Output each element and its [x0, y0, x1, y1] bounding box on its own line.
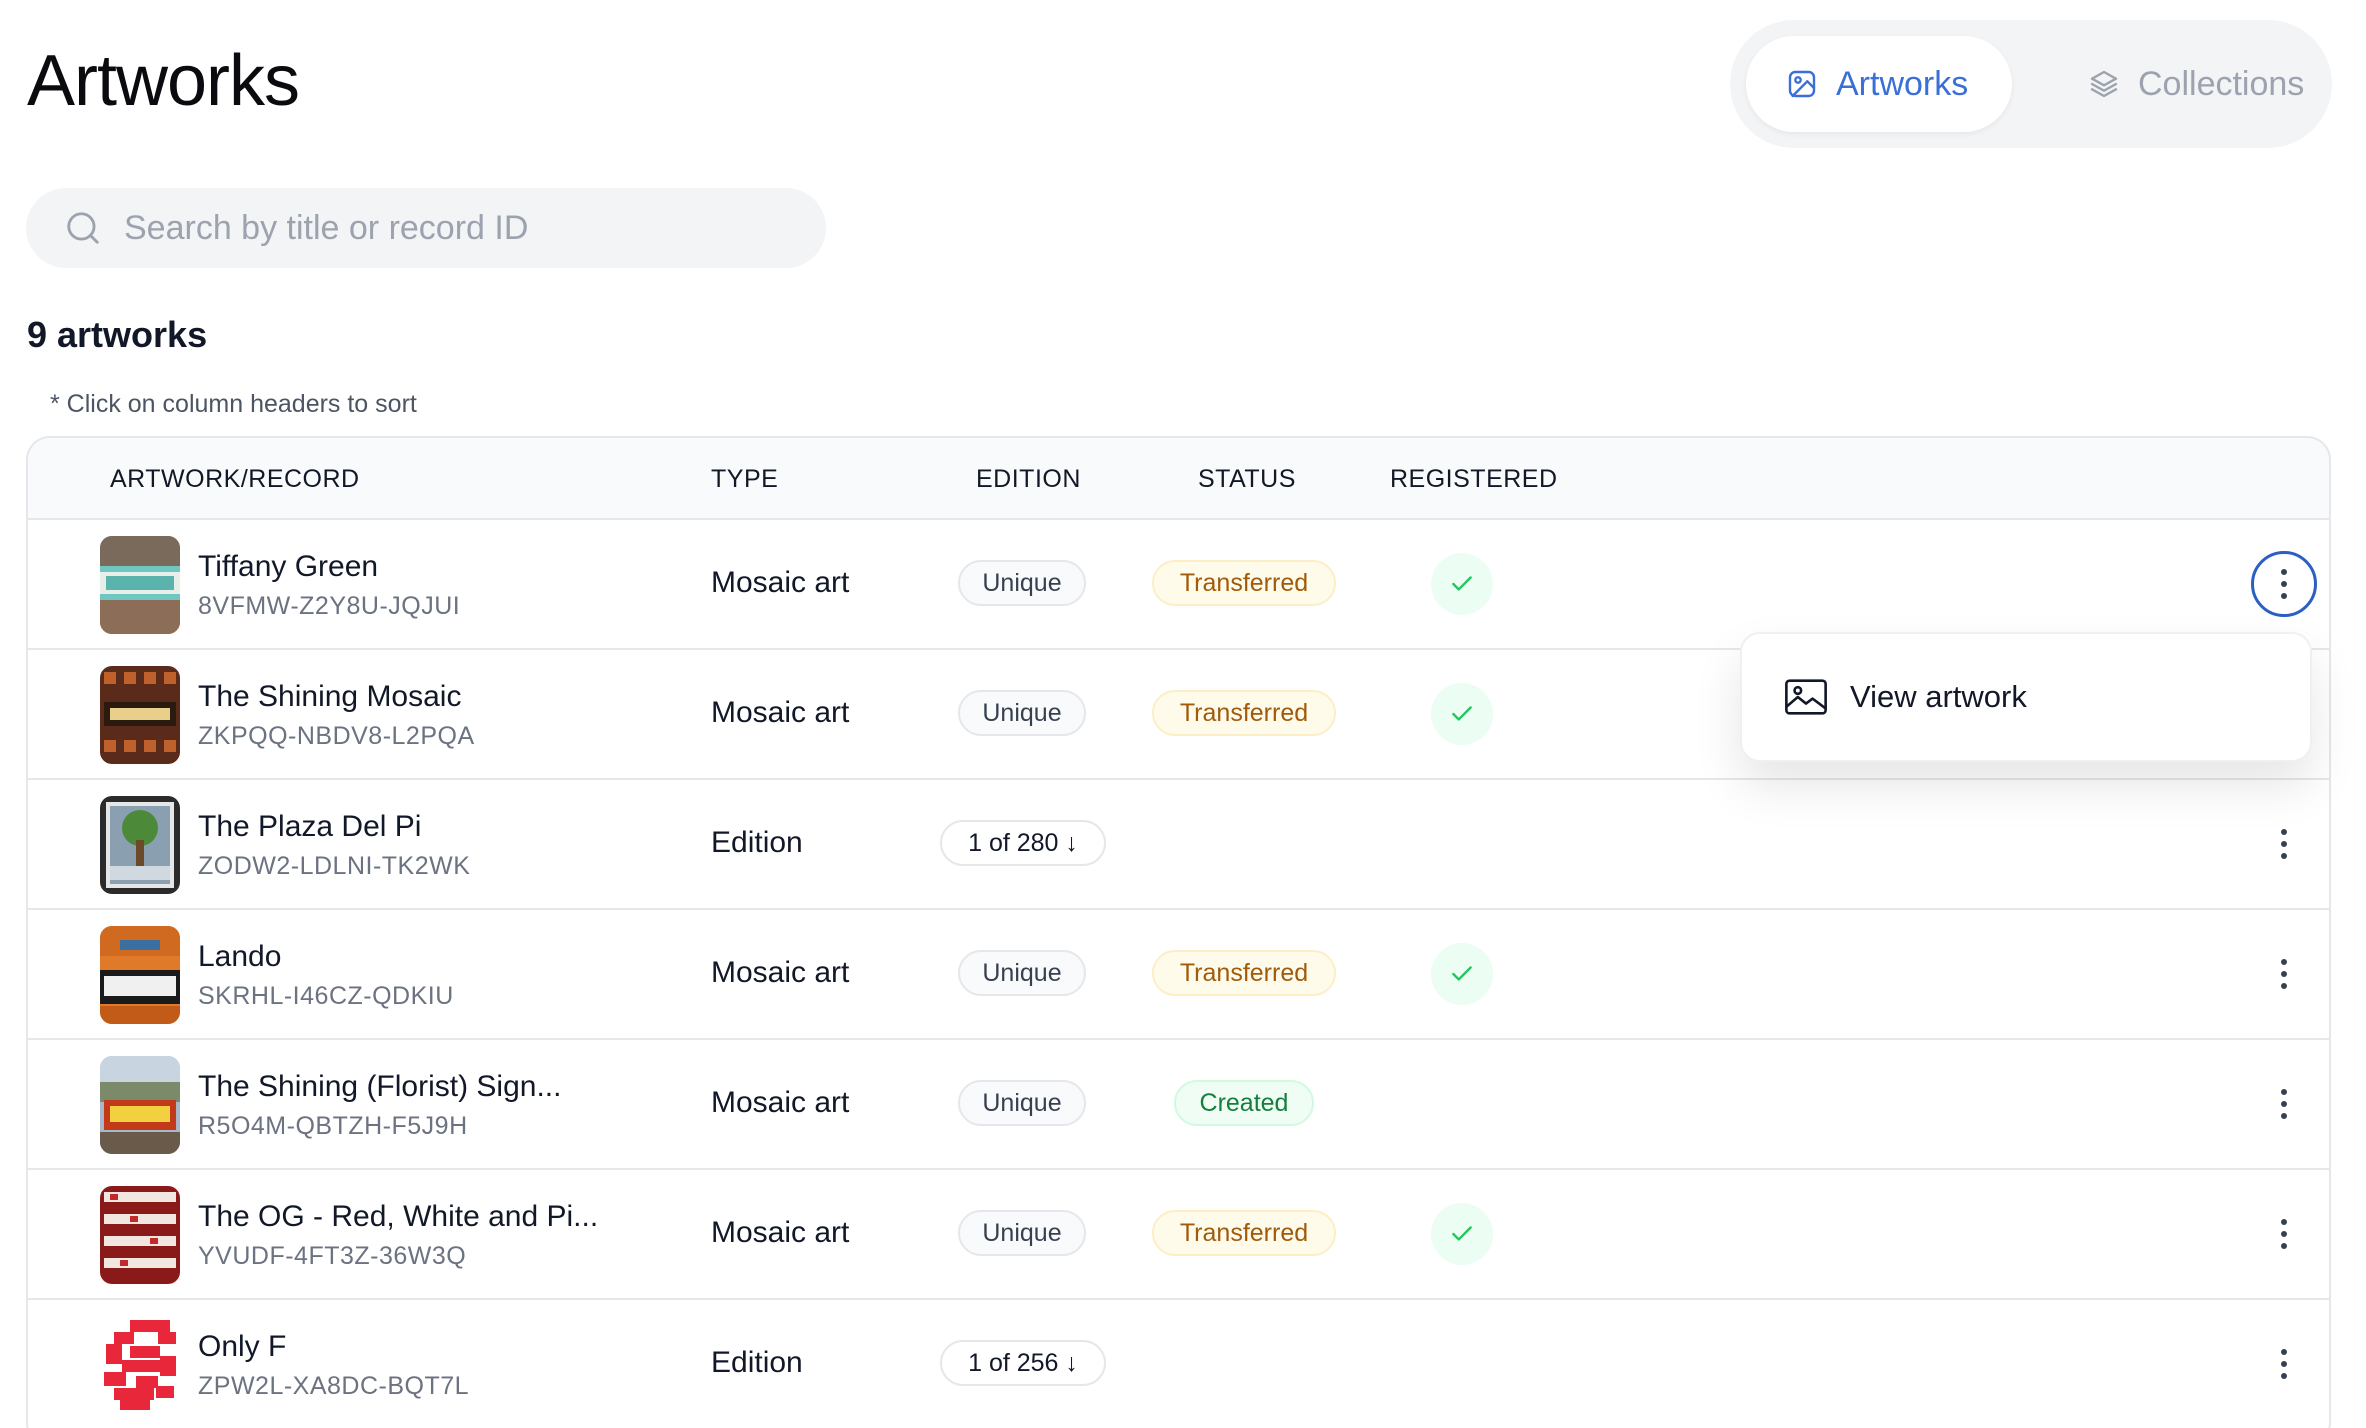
row-actions-button[interactable] [2251, 1331, 2317, 1397]
status-badge: Transferred [1152, 1210, 1336, 1256]
artwork-thumbnail[interactable] [100, 1186, 180, 1284]
artwork-thumbnail[interactable] [100, 536, 180, 634]
registered-check-icon [1431, 553, 1493, 615]
status-badge: Transferred [1152, 560, 1336, 606]
tab-artworks[interactable]: Artworks [1746, 36, 2012, 132]
image-icon [1788, 70, 1816, 98]
registered-check-icon [1431, 683, 1493, 745]
row-actions-menu: View artwork [1740, 632, 2312, 762]
record-id: YVUDF-4FT3Z-36W3Q [198, 1242, 467, 1270]
record-id: SKRHL-I46CZ-QDKIU [198, 982, 454, 1010]
row-actions-button[interactable] [2251, 941, 2317, 1007]
artwork-title[interactable]: Lando [198, 940, 281, 974]
status-badge: Transferred [1152, 690, 1336, 736]
registered-check-icon [1431, 1203, 1493, 1265]
search-input[interactable] [124, 208, 804, 248]
artwork-title[interactable]: The OG - Red, White and Pi... [198, 1200, 598, 1234]
table-row[interactable]: The Shining (Florist) Sign... R5O4M-QBTZ… [28, 1040, 2329, 1170]
table-row[interactable]: Tiffany Green 8VFMW-Z2Y8U-JQJUI Mosaic a… [28, 520, 2329, 650]
column-header-edition[interactable]: EDITION [976, 438, 1081, 520]
kebab-menu-icon [2281, 569, 2287, 599]
record-id: R5O4M-QBTZH-F5J9H [198, 1112, 468, 1140]
search-icon [67, 212, 99, 244]
record-id: ZPW2L-XA8DC-BQT7L [198, 1372, 470, 1400]
page: Artworks Artworks Collections 9 artworks [0, 0, 2366, 1428]
tab-artworks-label: Artworks [1836, 64, 1969, 103]
edition-badge: Unique [958, 1210, 1086, 1256]
artwork-thumbnail[interactable] [100, 926, 180, 1024]
column-header-artwork-record[interactable]: ARTWORK/RECORD [110, 438, 360, 520]
column-header-registered[interactable]: REGISTERED [1390, 438, 1558, 520]
record-id: ZODW2-LDLNI-TK2WK [198, 852, 471, 880]
image-icon [1785, 679, 1827, 715]
artwork-thumbnail[interactable] [100, 796, 180, 894]
artwork-title[interactable]: The Shining Mosaic [198, 680, 461, 714]
status-badge: Created [1174, 1080, 1314, 1126]
artwork-type: Mosaic art [711, 956, 850, 989]
column-header-type[interactable]: TYPE [711, 438, 778, 520]
kebab-menu-icon [2281, 1089, 2287, 1119]
edition-badge: Unique [958, 560, 1086, 606]
artwork-type: Edition [711, 1346, 803, 1379]
tab-collections-label: Collections [2138, 64, 2305, 103]
tab-collections[interactable]: Collections [2058, 36, 2318, 132]
artworks-table: ARTWORK/RECORD TYPE EDITION STATUS REGIS… [26, 436, 2331, 1428]
edition-badge: Unique [958, 690, 1086, 736]
view-switcher: Artworks Collections [1730, 20, 2332, 148]
artwork-type: Edition [711, 826, 803, 859]
row-actions-button[interactable] [2251, 1071, 2317, 1137]
registered-check-icon [1431, 943, 1493, 1005]
kebab-menu-icon [2281, 1219, 2287, 1249]
kebab-menu-icon [2281, 1349, 2287, 1379]
artwork-type: Mosaic art [711, 566, 850, 599]
kebab-menu-icon [2281, 829, 2287, 859]
artwork-type: Mosaic art [711, 1216, 850, 1249]
artwork-title[interactable]: The Plaza Del Pi [198, 810, 421, 844]
sort-hint: * Click on column headers to sort [50, 390, 417, 418]
artwork-title[interactable]: The Shining (Florist) Sign... [198, 1070, 561, 1104]
record-id: ZKPQQ-NBDV8-L2PQA [198, 722, 475, 750]
kebab-menu-icon [2281, 959, 2287, 989]
edition-badge: Unique [958, 950, 1086, 996]
record-id: 8VFMW-Z2Y8U-JQJUI [198, 592, 461, 620]
artwork-thumbnail[interactable] [100, 1316, 180, 1414]
row-actions-button[interactable] [2251, 551, 2317, 617]
table-header: ARTWORK/RECORD TYPE EDITION STATUS REGIS… [28, 438, 2329, 520]
layers-icon [2090, 70, 2118, 98]
artwork-title[interactable]: Only F [198, 1330, 286, 1364]
artwork-title[interactable]: Tiffany Green [198, 550, 378, 584]
edition-dropdown[interactable]: 1 of 256 ↓ [940, 1340, 1106, 1386]
page-title: Artworks [27, 41, 300, 121]
artwork-count: 9 artworks [27, 314, 208, 355]
table-row[interactable]: Only F ZPW2L-XA8DC-BQT7L Edition 1 of 25… [28, 1300, 2329, 1428]
edition-badge: Unique [958, 1080, 1086, 1126]
status-badge: Transferred [1152, 950, 1336, 996]
view-artwork-menu-item[interactable]: View artwork [1850, 679, 2027, 715]
table-row[interactable]: The Plaza Del Pi ZODW2-LDLNI-TK2WK Editi… [28, 780, 2329, 910]
column-header-status[interactable]: STATUS [1198, 438, 1296, 520]
row-actions-button[interactable] [2251, 811, 2317, 877]
edition-dropdown[interactable]: 1 of 280 ↓ [940, 820, 1106, 866]
artwork-thumbnail[interactable] [100, 1056, 180, 1154]
search-box [26, 188, 826, 268]
artwork-thumbnail[interactable] [100, 666, 180, 764]
artwork-type: Mosaic art [711, 696, 850, 729]
table-row[interactable]: The OG - Red, White and Pi... YVUDF-4FT3… [28, 1170, 2329, 1300]
artwork-type: Mosaic art [711, 1086, 850, 1119]
table-row[interactable]: Lando SKRHL-I46CZ-QDKIU Mosaic art Uniqu… [28, 910, 2329, 1040]
row-actions-button[interactable] [2251, 1201, 2317, 1267]
